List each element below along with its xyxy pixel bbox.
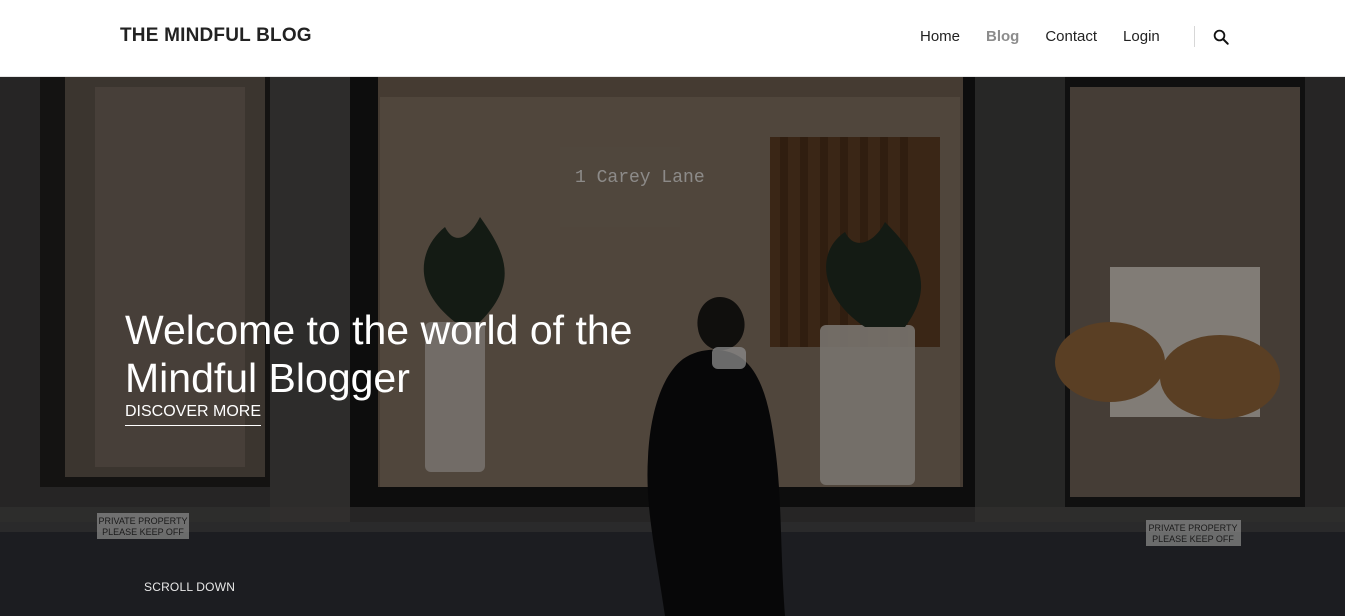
hero-title: Welcome to the world of the Mindful Blog… xyxy=(125,306,632,402)
nav-blog[interactable]: Blog xyxy=(986,28,1019,45)
search-icon[interactable] xyxy=(1212,28,1232,48)
nav-contact[interactable]: Contact xyxy=(1045,28,1097,45)
nav-divider xyxy=(1194,26,1195,47)
site-brand[interactable]: THE MINDFUL BLOG xyxy=(120,25,312,47)
discover-more-link[interactable]: DISCOVER MORE xyxy=(125,403,262,426)
top-navbar: THE MINDFUL BLOG Home Blog Contact Login xyxy=(0,0,1345,77)
hero-title-line-1: Welcome to the world of the xyxy=(125,307,633,354)
main-nav: Home Blog Contact Login xyxy=(920,28,1186,45)
nav-login[interactable]: Login xyxy=(1123,28,1160,45)
hero-title-line-2: Mindful Blogger xyxy=(125,355,410,402)
hero-section: PRIVATE PROPERTY PLEASE KEEP OFF PRIVATE… xyxy=(0,77,1345,616)
scroll-down-label[interactable]: SCROLL DOWN xyxy=(144,580,235,594)
nav-home[interactable]: Home xyxy=(920,28,960,45)
